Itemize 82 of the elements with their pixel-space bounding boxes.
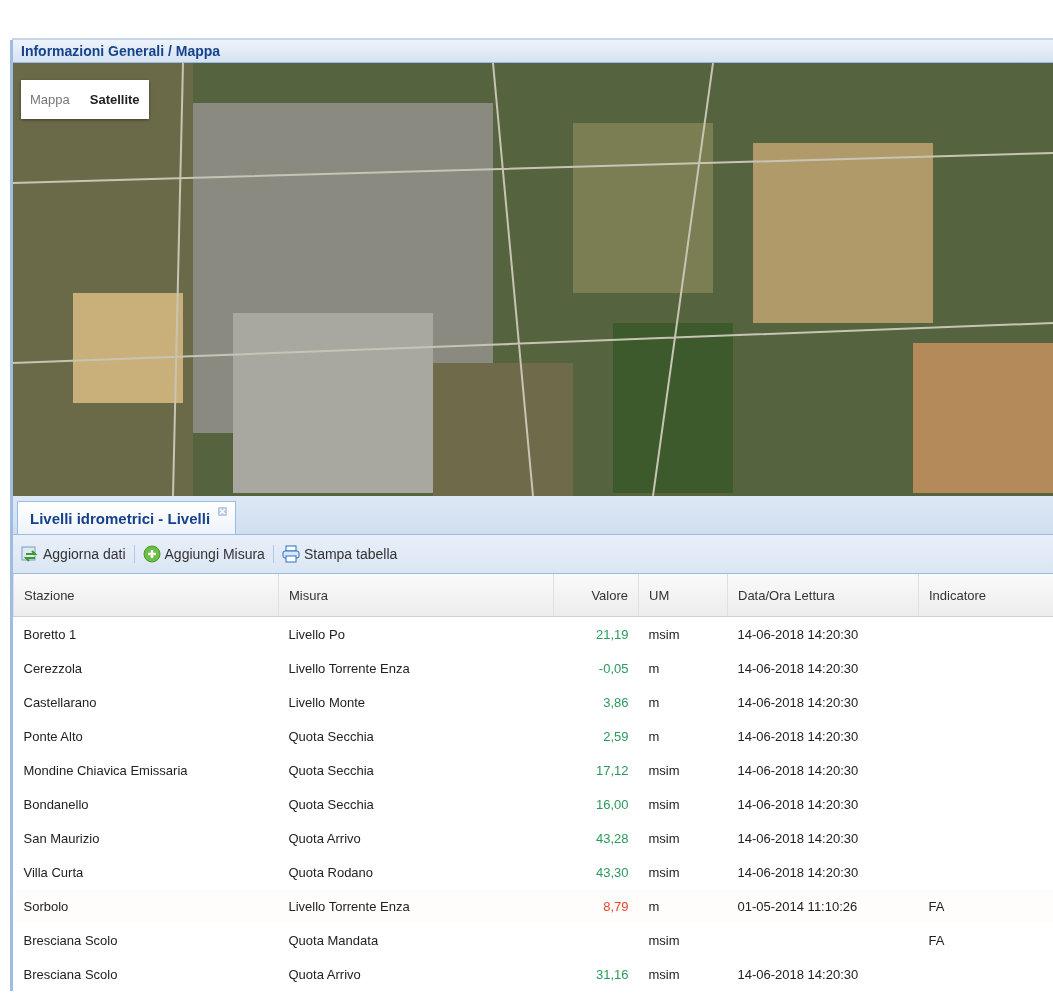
column-header[interactable]: Valore bbox=[553, 574, 639, 617]
table-cell-text: 14-06-2018 14:20:30 bbox=[736, 693, 860, 712]
table-cell-text: msim bbox=[647, 863, 681, 882]
table-cell-text: 2,59 bbox=[602, 727, 630, 746]
table-cell-text: Bresciana Scolo bbox=[22, 965, 119, 984]
table-row[interactable]: Villa Curta Quota Rodano 43,30 msim 14-06-2018 14:20:30 bbox=[13, 855, 1053, 889]
table-cell-text: 3,86 bbox=[602, 693, 630, 712]
table-cell-text: Castellarano bbox=[22, 693, 98, 712]
add-icon bbox=[142, 545, 161, 563]
table-cell-text: Sorbolo bbox=[22, 897, 70, 916]
table-cell: msim bbox=[638, 616, 728, 651]
table-cell-text: msim bbox=[647, 931, 681, 950]
table-cell-text: FA bbox=[927, 931, 946, 950]
table-cell-text: Livello Monte bbox=[287, 693, 367, 712]
table-cell-text: 31,16 bbox=[594, 965, 630, 984]
table-cell-text: 43,30 bbox=[594, 863, 630, 882]
table-cell-text: Cerezzola bbox=[22, 659, 84, 678]
table-cell-text: 14-06-2018 14:20:30 bbox=[736, 829, 860, 848]
close-icon[interactable] bbox=[218, 507, 228, 516]
column-header[interactable]: Stazione bbox=[13, 574, 279, 617]
table-cell-text: Villa Curta bbox=[22, 863, 85, 882]
table-row[interactable]: San Maurizio Quota Arrivo 43,28 msim 14-06-2018 14:20:30 bbox=[13, 821, 1053, 855]
column-header[interactable]: Indicatore bbox=[918, 574, 1053, 617]
table-cell-text: Quota Rodano bbox=[287, 863, 375, 882]
panel-title: Informazioni Generali / Mappa bbox=[21, 43, 221, 59]
toolbar-button[interactable]: Aggiungi Misura bbox=[140, 543, 267, 565]
table-cell-text: Bondanello bbox=[22, 795, 90, 814]
table-cell-text: 14-06-2018 14:20:30 bbox=[736, 795, 860, 814]
table-cell-text: 14-06-2018 14:20:30 bbox=[736, 727, 860, 746]
table-cell-text: Ponte Alto bbox=[22, 727, 84, 746]
table-cell-text: msim bbox=[647, 965, 681, 984]
table-cell-text: 14-06-2018 14:20:30 bbox=[736, 761, 860, 780]
table-cell-text: 17,12 bbox=[594, 761, 630, 780]
table-row[interactable]: Ponte Alto Quota Secchia 2,59 m 14-06-2018 14:20:30 bbox=[13, 719, 1053, 753]
table-row[interactable]: Cerezzola Livello Torrente Enza -0,05 m 14-06-2018 14:20:30 bbox=[13, 651, 1053, 685]
table-cell-text: Quota Arrivo bbox=[287, 965, 362, 984]
toolbar-button[interactable]: Stampa tabella bbox=[279, 543, 400, 565]
table-cell-text: Bresciana Scolo bbox=[22, 931, 119, 950]
table-cell-text: 43,28 bbox=[594, 829, 630, 848]
table-cell-text: Quota Arrivo bbox=[287, 829, 362, 848]
table-row[interactable]: Castellarano Livello Monte 3,86 m 14-06-2018 14:20:30 bbox=[13, 685, 1053, 719]
table-cell: 21,19 bbox=[553, 616, 639, 651]
table-cell-text: 01-05-2014 11:10:26 bbox=[736, 897, 859, 916]
refresh-icon bbox=[21, 545, 39, 563]
table-row[interactable]: Bondanello Quota Secchia 16,00 msim 14-06-2018 14:20:30 bbox=[13, 787, 1053, 821]
table-row[interactable]: Bresciana Scolo Quota Mandata msim FA bbox=[13, 923, 1053, 957]
table-cell-text: San Maurizio bbox=[22, 829, 101, 848]
column-header[interactable]: Data/Ora Lettura bbox=[727, 574, 919, 617]
printer-icon bbox=[281, 545, 300, 563]
table-cell-text: Livello Torrente Enza bbox=[287, 897, 411, 916]
table-cell-text: Quota Secchia bbox=[287, 727, 375, 746]
table-cell-text: FA bbox=[927, 897, 946, 916]
table-cell-text: msim bbox=[647, 795, 681, 814]
table-cell-text: msim bbox=[647, 761, 681, 780]
column-header[interactable]: UM bbox=[638, 574, 728, 617]
table-cell-text: m bbox=[647, 659, 661, 678]
table-cell-text: Livello Torrente Enza bbox=[287, 659, 411, 678]
table-row[interactable]: Boretto 1 Livello Po 21,19 msim 14-06-2018 14:20:30 bbox=[13, 616, 1053, 651]
table-cell-text: 14-06-2018 14:20:30 bbox=[736, 863, 860, 882]
table-cell-text: m bbox=[647, 727, 661, 746]
column-header[interactable]: Misura bbox=[278, 574, 554, 617]
table-row[interactable]: Mondine Chiavica Emissaria Quota Secchia 17,12 msim 14-06-2018 14:20:30 bbox=[13, 753, 1053, 787]
map-type-button[interactable]: Mappa bbox=[21, 80, 79, 119]
table-cell-text: Quota Secchia bbox=[287, 795, 375, 814]
table-cell: Boretto 1 bbox=[13, 616, 279, 651]
table-cell-text: m bbox=[647, 897, 661, 916]
table-cell-text: m bbox=[647, 693, 661, 712]
table-cell: Livello Po bbox=[278, 616, 554, 651]
table-row[interactable]: Bresciana Scolo Quota Arrivo 31,16 msim 14-06-2018 14:20:30 bbox=[13, 957, 1053, 991]
table-cell-text: -0,05 bbox=[597, 659, 630, 678]
table-cell-text: msim bbox=[647, 829, 681, 848]
table-cell-text: 8,79 bbox=[602, 897, 630, 916]
table-cell-text: Quota Mandata bbox=[287, 931, 380, 950]
table-cell-text: Quota Secchia bbox=[287, 761, 375, 780]
table-cell-text: 16,00 bbox=[594, 795, 630, 814]
table-cell-text: 14-06-2018 14:20:30 bbox=[736, 659, 860, 678]
table-cell: 14-06-2018 14:20:30 bbox=[727, 616, 919, 651]
toolbar-button[interactable]: Aggiorna dati bbox=[19, 543, 128, 565]
table-cell-text: 14-06-2018 14:20:30 bbox=[736, 965, 860, 984]
map-type-button[interactable]: Satellite bbox=[80, 80, 149, 119]
table-cell-text: Mondine Chiavica Emissaria bbox=[22, 761, 189, 780]
tab[interactable]: Livelli idrometrici - Livelli bbox=[17, 501, 237, 534]
